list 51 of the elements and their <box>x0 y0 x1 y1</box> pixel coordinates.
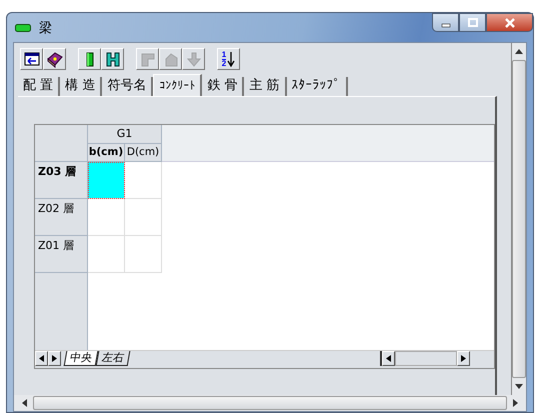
maximize-icon <box>468 18 478 28</box>
sheet-tab[interactable]: 左右 <box>96 351 130 366</box>
close-icon <box>504 18 516 28</box>
previous-sheet-button[interactable] <box>35 351 48 366</box>
table-cell[interactable] <box>125 199 162 236</box>
table-cell[interactable] <box>88 162 125 199</box>
beam-frame-icon <box>104 50 122 68</box>
table-cell[interactable] <box>125 236 162 273</box>
toolbar-button[interactable] <box>101 48 124 70</box>
tab[interactable]: 鉄 骨 <box>202 77 244 96</box>
corner-header <box>35 125 88 162</box>
table-cell[interactable] <box>88 236 125 273</box>
arrow-down-icon <box>227 50 236 68</box>
app-icon <box>15 24 31 32</box>
column-header: b(cm) <box>88 144 125 162</box>
column-group-header: G1 <box>88 125 162 144</box>
toolbar-button[interactable] <box>43 48 66 70</box>
up-arrow-icon[interactable] <box>515 49 523 54</box>
toolbar-button[interactable]: 1 2 <box>217 48 240 70</box>
tab[interactable]: 構 造 <box>60 77 102 96</box>
tab[interactable]: 主 筋 <box>244 77 287 96</box>
foundation-icon <box>184 50 202 68</box>
right-arrow-icon[interactable] <box>461 355 466 362</box>
tab[interactable]: ｽﾀｰﾗｯﾌﾟ <box>286 77 348 96</box>
left-arrow-icon[interactable] <box>386 355 391 362</box>
row-header: Z01 層 <box>35 236 88 273</box>
table-cell[interactable] <box>88 199 125 236</box>
toolbar-button[interactable] <box>78 48 101 70</box>
left-arrow-icon <box>39 355 44 362</box>
right-arrow-icon <box>52 355 57 362</box>
next-sheet-button[interactable] <box>48 351 61 366</box>
row-header: Z03 層 <box>35 162 88 199</box>
table-cell[interactable] <box>125 162 162 199</box>
minimize-button[interactable] <box>432 13 459 32</box>
window-title: 梁 <box>39 20 52 36</box>
row-header: Z02 層 <box>35 199 88 236</box>
column-header: D(cm) <box>125 144 162 162</box>
tab[interactable]: 配 置 <box>18 77 60 96</box>
sheet-tab[interactable]: 中央 <box>64 351 98 366</box>
tab[interactable]: ｺﾝｸﾘｰﾄ <box>153 74 202 96</box>
left-arrow-icon[interactable] <box>22 399 27 407</box>
window-icon <box>22 50 40 68</box>
close-button[interactable] <box>486 13 533 32</box>
maximize-button[interactable] <box>459 13 486 32</box>
sort-digit: 2 <box>222 60 226 68</box>
down-arrow-icon[interactable] <box>515 384 523 389</box>
horizontal-scrollbar[interactable] <box>380 351 470 366</box>
toolbar-button[interactable] <box>20 48 43 70</box>
book-icon <box>46 50 64 68</box>
sort-digit: 1 <box>222 50 226 60</box>
right-arrow-icon[interactable] <box>513 399 518 407</box>
